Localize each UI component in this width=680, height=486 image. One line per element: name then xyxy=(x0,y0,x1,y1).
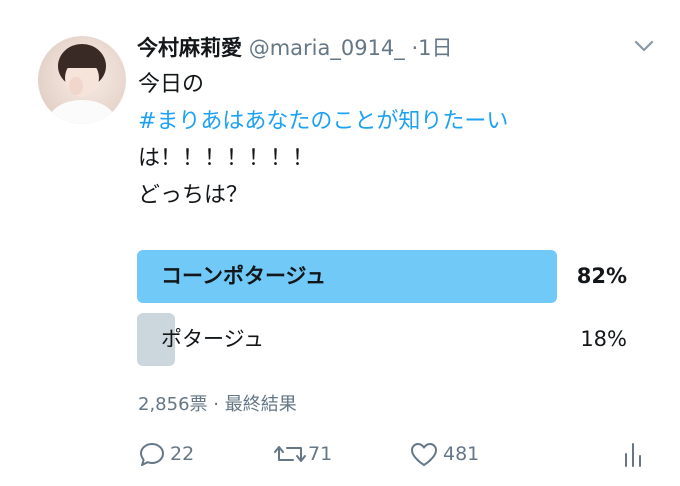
avatar[interactable] xyxy=(38,36,126,124)
tweet-text: 今日の #まりあはあなたのことが知りたーい は！！！！！！！ どっちは？ xyxy=(138,66,508,214)
poll-meta: 2,856票 · 最終結果 xyxy=(138,394,297,415)
reply-button[interactable]: 22 xyxy=(138,438,194,470)
author-handle[interactable]: @maria_0914_ xyxy=(249,36,405,60)
tweet-header: 今村麻莉愛 @maria_0914_ ·1日 xyxy=(137,34,453,62)
poll-option-2-label: ポタージュ xyxy=(161,327,265,351)
retweet-count: 71 xyxy=(308,443,333,465)
tweet-text-line: は！！！！！！！ xyxy=(138,146,315,171)
tweet-timestamp[interactable]: 1日 xyxy=(418,36,452,60)
hashtag-link[interactable]: #まりあはあなたのことが知りたーい xyxy=(138,103,508,140)
retweet-button[interactable]: 71 xyxy=(272,438,332,470)
tweet-text-line: どっちは？ xyxy=(138,183,249,208)
like-icon xyxy=(409,440,439,468)
like-button[interactable]: 481 xyxy=(409,438,479,470)
reply-icon xyxy=(138,440,166,468)
analytics-icon xyxy=(622,440,644,468)
retweet-icon xyxy=(272,440,308,468)
analytics-button[interactable] xyxy=(622,438,644,470)
tweet-text-line: 今日の xyxy=(138,72,205,97)
chevron-down-icon[interactable] xyxy=(633,38,655,54)
poll-option-1: コーンポタージュ 82% xyxy=(137,250,657,303)
poll-option-1-percent: 82% xyxy=(576,264,627,288)
reply-count: 22 xyxy=(170,443,195,465)
avatar-photo xyxy=(48,44,116,124)
like-count: 481 xyxy=(443,443,480,465)
tweet-actions: 22 71 481 xyxy=(0,438,680,470)
poll-option-2: ポタージュ 18% xyxy=(137,313,657,366)
poll-option-2-percent: 18% xyxy=(580,327,627,351)
poll-option-1-label: コーンポタージュ xyxy=(161,264,327,288)
author-name[interactable]: 今村麻莉愛 xyxy=(137,36,242,60)
